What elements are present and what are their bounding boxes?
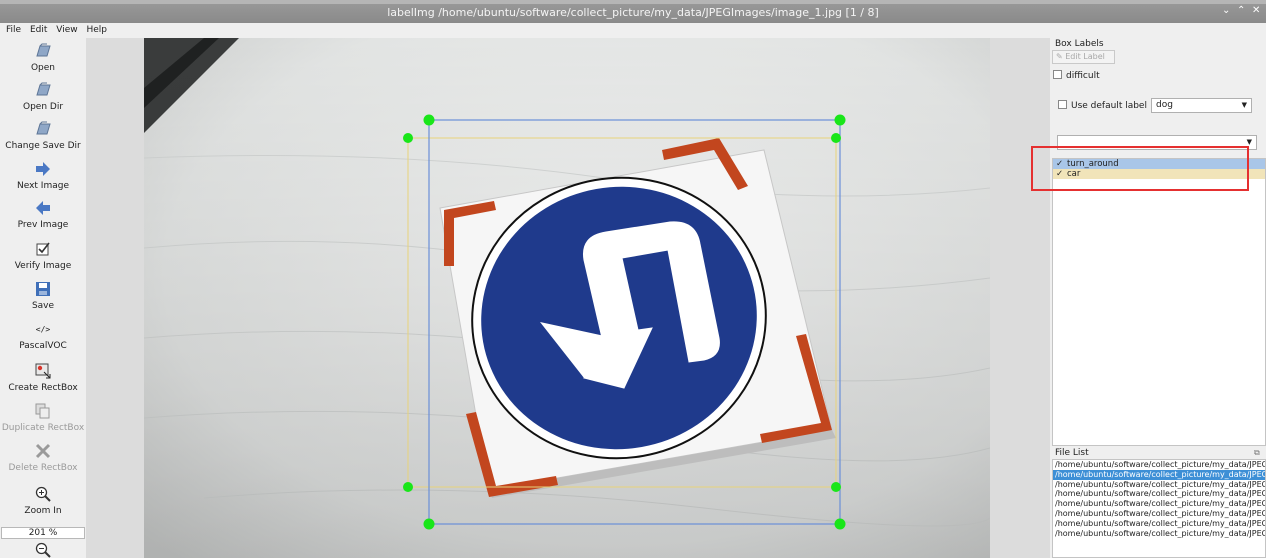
difficult-checkbox-box[interactable] bbox=[1053, 70, 1062, 79]
arrow-left-icon bbox=[36, 201, 50, 215]
default-label-select[interactable]: dog ▼ bbox=[1151, 98, 1252, 113]
prev-image-button[interactable]: Prev Image bbox=[0, 200, 86, 230]
image-canvas[interactable] bbox=[86, 38, 1050, 558]
open-dir-button[interactable]: Open Dir bbox=[0, 82, 86, 112]
label-filter-select[interactable]: ▼ bbox=[1057, 135, 1257, 150]
difficult-label: difficult bbox=[1066, 71, 1100, 81]
chevron-down-icon: ▼ bbox=[1246, 138, 1252, 146]
photo-svg bbox=[144, 38, 990, 558]
use-default-label-text: Use default label bbox=[1071, 101, 1147, 111]
use-default-label-box[interactable] bbox=[1058, 100, 1067, 109]
change-save-dir-label: Change Save Dir bbox=[5, 141, 81, 151]
box-labels-title: Box Labels bbox=[1055, 39, 1104, 49]
menu-file[interactable]: File bbox=[6, 25, 21, 35]
duplicate-rect-icon bbox=[35, 403, 50, 419]
open-dir-label: Open Dir bbox=[22, 102, 64, 112]
default-label-value: dog bbox=[1156, 100, 1173, 110]
open-dir-icon bbox=[36, 82, 51, 96]
create-rect-icon bbox=[35, 363, 51, 379]
menu-bar: File Edit View Help bbox=[0, 23, 1266, 38]
edit-pencil-icon: ✎ bbox=[1056, 52, 1063, 61]
save-button[interactable]: Save bbox=[0, 281, 86, 311]
zoom-in-label: Zoom In bbox=[24, 506, 62, 516]
file-list-title: File List bbox=[1055, 448, 1089, 458]
file-list-item[interactable]: /home/ubuntu/software/collect_picture/my… bbox=[1053, 519, 1265, 529]
window-titlebar: labelImg /home/ubuntu/software/collect_p… bbox=[0, 0, 1266, 23]
label-list: ✓ turn_around ✓ car bbox=[1052, 158, 1266, 446]
zoom-out-button[interactable] bbox=[0, 542, 86, 558]
arrow-right-icon bbox=[36, 162, 50, 176]
window-title: labelImg /home/ubuntu/software/collect_p… bbox=[387, 6, 879, 19]
open-label: Open bbox=[30, 63, 56, 73]
pascalvoc-label: PascalVOC bbox=[19, 341, 67, 351]
label-item-car[interactable]: ✓ car bbox=[1053, 169, 1265, 179]
file-list-item[interactable]: /home/ubuntu/software/collect_picture/my… bbox=[1053, 489, 1265, 499]
next-image-button[interactable]: Next Image bbox=[0, 161, 86, 191]
prev-image-label: Prev Image bbox=[17, 220, 69, 230]
file-list-item[interactable]: /home/ubuntu/software/collect_picture/my… bbox=[1053, 509, 1265, 519]
dock-float-icon[interactable]: ⧉ bbox=[1254, 448, 1260, 458]
pascalvoc-button[interactable]: </> PascalVOC bbox=[0, 321, 86, 351]
use-default-label-checkbox[interactable]: Use default label bbox=[1058, 100, 1147, 111]
zoom-value-field[interactable]: 201 % bbox=[1, 527, 85, 539]
zoom-out-icon bbox=[35, 542, 51, 558]
zoom-in-button[interactable]: Zoom In bbox=[0, 486, 86, 516]
delete-rectbox-button[interactable]: Delete RectBox bbox=[0, 443, 86, 473]
label-item-text: turn_around bbox=[1067, 159, 1119, 169]
menu-view[interactable]: View bbox=[56, 25, 77, 35]
delete-x-icon bbox=[35, 443, 51, 459]
label-item-turn-around[interactable]: ✓ turn_around bbox=[1053, 159, 1265, 169]
label-check-icon[interactable]: ✓ bbox=[1056, 159, 1064, 169]
menu-edit[interactable]: Edit bbox=[30, 25, 47, 35]
zoom-in-icon bbox=[35, 486, 51, 502]
create-rectbox-button[interactable]: Create RectBox bbox=[0, 363, 86, 393]
change-save-dir-icon bbox=[36, 121, 51, 135]
next-image-label: Next Image bbox=[16, 181, 69, 191]
close-icon[interactable]: ✕ bbox=[1252, 5, 1260, 16]
save-floppy-icon bbox=[36, 282, 50, 296]
right-panel: Box Labels ✎ Edit Label difficult Use de… bbox=[1050, 38, 1266, 558]
chevron-down-icon: ▼ bbox=[1241, 101, 1247, 109]
photo-image bbox=[144, 38, 990, 558]
label-check-icon[interactable]: ✓ bbox=[1056, 169, 1064, 179]
save-label: Save bbox=[31, 301, 55, 311]
label-item-text: car bbox=[1067, 169, 1081, 179]
file-list-item[interactable]: /home/ubuntu/software/collect_picture/my… bbox=[1053, 480, 1265, 490]
open-button[interactable]: Open bbox=[0, 43, 86, 73]
delete-rectbox-label: Delete RectBox bbox=[8, 463, 78, 473]
maximize-icon[interactable]: ⌃ bbox=[1237, 5, 1245, 16]
minimize-icon[interactable]: ⌄ bbox=[1222, 5, 1230, 16]
titlebar-top-strip bbox=[0, 0, 1266, 4]
file-list: /home/ubuntu/software/collect_picture/my… bbox=[1052, 459, 1266, 558]
file-list-item-selected[interactable]: /home/ubuntu/software/collect_picture/my… bbox=[1053, 469, 1265, 480]
verify-image-label: Verify Image bbox=[14, 261, 72, 271]
edit-label-text: Edit Label bbox=[1065, 52, 1105, 61]
change-save-dir-button[interactable]: Change Save Dir bbox=[0, 121, 86, 151]
file-list-item[interactable]: /home/ubuntu/software/collect_picture/my… bbox=[1053, 529, 1265, 539]
menu-help[interactable]: Help bbox=[86, 25, 107, 35]
file-list-item[interactable]: /home/ubuntu/software/collect_picture/my… bbox=[1053, 499, 1265, 509]
difficult-checkbox[interactable]: difficult bbox=[1053, 70, 1100, 81]
duplicate-rectbox-button[interactable]: Duplicate RectBox bbox=[0, 403, 86, 433]
svg-text:</>: </> bbox=[36, 325, 51, 334]
verify-check-icon bbox=[36, 242, 50, 256]
left-toolbar: Open Open Dir Change Save Dir Next Image… bbox=[0, 38, 86, 558]
edit-label-button[interactable]: ✎ Edit Label bbox=[1052, 50, 1115, 64]
file-list-item[interactable]: /home/ubuntu/software/collect_picture/my… bbox=[1053, 460, 1265, 470]
verify-image-button[interactable]: Verify Image bbox=[0, 241, 86, 271]
open-folder-icon bbox=[36, 43, 51, 57]
create-rectbox-label: Create RectBox bbox=[8, 383, 78, 393]
duplicate-rectbox-label: Duplicate RectBox bbox=[1, 423, 85, 433]
format-code-icon: </> bbox=[36, 325, 51, 334]
